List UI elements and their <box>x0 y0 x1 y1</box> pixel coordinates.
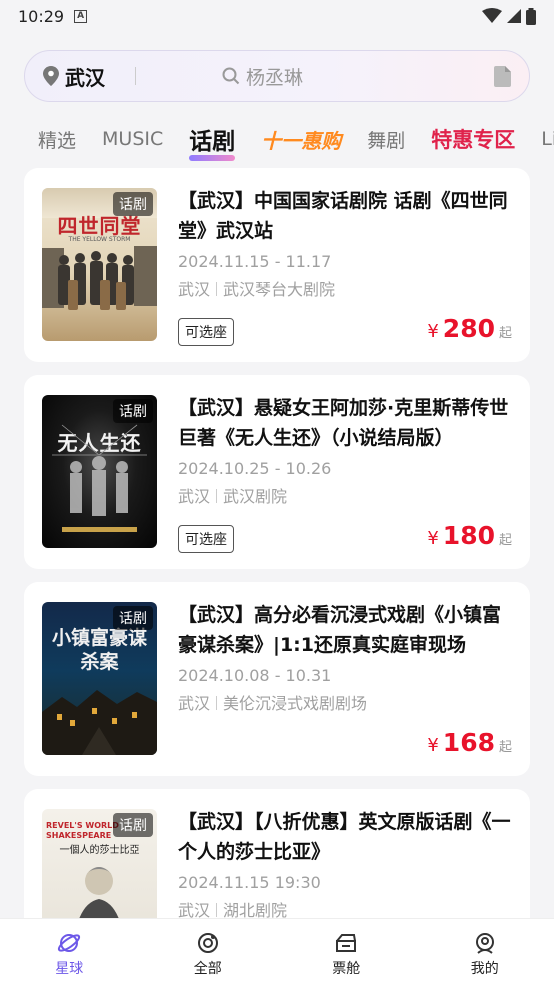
event-price: ¥ 180 起 <box>427 521 512 550</box>
nav-label: 我的 <box>470 961 499 977</box>
event-card[interactable]: 小镇富豪谋杀案 话剧 【武汉】高分必看沉浸式戏剧《小镇富豪谋杀案》|1:1还原真… <box>24 582 530 776</box>
event-poster: 四世同堂 THE YELLOW STORM 话剧 <box>42 188 157 341</box>
event-venue: 武汉 武汉琴台大剧院 <box>178 276 514 300</box>
event-info: 【武汉】悬疑女王阿加莎·克里斯蒂传世巨著《无人生还》（小说结局版） 2024.1… <box>178 393 514 507</box>
event-price: ¥ 280 起 <box>427 314 512 343</box>
venue-separator <box>216 282 218 296</box>
tab-national-day-deals[interactable]: 十一惠购 <box>261 125 341 154</box>
category-tag: 话剧 <box>113 813 153 837</box>
event-info: 【武汉】【八折优惠】英文原版话剧《一个人的莎士比亚》 2024.11.15 19… <box>178 807 514 921</box>
venue-separator <box>216 903 218 917</box>
category-tag: 话剧 <box>113 399 153 423</box>
price-currency: ¥ <box>427 321 439 342</box>
venue-separator <box>216 489 218 503</box>
tab-drama[interactable]: 话剧 <box>189 122 236 161</box>
event-date: 2024.10.25 - 10.26 <box>178 459 332 478</box>
city-label: 武汉 <box>65 65 105 90</box>
nav-label: 票舱 <box>332 961 361 977</box>
event-poster: 小镇富豪谋杀案 话剧 <box>42 602 157 755</box>
tab-music[interactable]: MUSIC <box>102 128 163 150</box>
tab-featured[interactable]: 精选 <box>38 126 76 153</box>
event-date: 2024.11.15 19:30 <box>178 873 321 892</box>
price-currency: ¥ <box>427 528 439 549</box>
event-info: 【武汉】高分必看沉浸式戏剧《小镇富豪谋杀案》|1:1还原真实庭审现场 2024.… <box>178 600 514 714</box>
event-venue-name: 武汉剧院 <box>223 487 288 506</box>
event-title: 【武汉】高分必看沉浸式戏剧《小镇富豪谋杀案》|1:1还原真实庭审现场 <box>178 604 502 656</box>
tab-live[interactable]: Li <box>541 128 554 150</box>
event-venue: 武汉 武汉剧院 <box>178 483 514 507</box>
price-from-suffix: 起 <box>498 533 512 548</box>
profile-icon <box>475 933 494 954</box>
event-venue: 武汉 美伦沉浸式戏剧剧场 <box>178 690 514 714</box>
category-tabs: 精选 MUSIC 话剧 十一惠购 舞剧 特惠专区 Li <box>0 116 554 162</box>
event-city: 武汉 <box>178 280 211 299</box>
nav-label: 星球 <box>55 961 84 977</box>
document-icon[interactable] <box>494 65 511 87</box>
price-from-suffix: 起 <box>498 740 512 755</box>
event-city: 武汉 <box>178 694 211 713</box>
system-icons <box>482 7 536 25</box>
event-venue-name: 美伦沉浸式戏剧剧场 <box>223 694 368 713</box>
status-time: 10:29 <box>18 6 65 26</box>
search-bar: 武汉 杨丞琳 <box>24 50 530 102</box>
search-icon <box>222 67 240 85</box>
event-info: 【武汉】中国国家话剧院 话剧《四世同堂》武汉站 2024.11.15 - 11.… <box>178 186 514 300</box>
nav-profile[interactable]: 我的 <box>416 919 554 984</box>
tab-drama-label: 话剧 <box>189 129 236 155</box>
price-value: 280 <box>442 314 495 343</box>
ticket-cabin-icon <box>336 934 357 952</box>
category-tag: 话剧 <box>113 192 153 216</box>
nav-all[interactable]: 全部 <box>139 919 278 984</box>
venue-separator <box>216 696 218 710</box>
planet-icon <box>58 934 81 952</box>
event-title: 【武汉】中国国家话剧院 话剧《四世同堂》武汉站 <box>178 190 508 242</box>
tab-dance-drama[interactable]: 舞剧 <box>367 126 405 153</box>
event-city: 武汉 <box>178 487 211 506</box>
city-selector[interactable]: 武汉 <box>43 62 105 91</box>
price-value: 168 <box>442 728 495 757</box>
price-currency: ¥ <box>427 735 439 756</box>
event-poster: 无人生还 话剧 <box>42 395 157 548</box>
status-bar: 10:29 A <box>0 0 554 32</box>
event-price: ¥ 168 起 <box>427 728 512 757</box>
event-title: 【武汉】悬疑女王阿加莎·克里斯蒂传世巨著《无人生还》（小说结局版） <box>178 397 509 449</box>
price-value: 180 <box>442 521 495 550</box>
event-card[interactable]: 四世同堂 THE YELLOW STORM 话剧 【武汉】中国国家话剧院 话剧《… <box>24 168 530 362</box>
seat-selectable-badge: 可选座 <box>178 525 234 553</box>
price-from-suffix: 起 <box>498 326 512 341</box>
event-list: 四世同堂 THE YELLOW STORM 话剧 【武汉】中国国家话剧院 话剧《… <box>24 168 530 984</box>
all-icon <box>197 933 218 953</box>
nav-planet[interactable]: 星球 <box>0 919 139 984</box>
nav-label: 全部 <box>193 961 222 977</box>
search-divider <box>135 67 136 85</box>
signal-icon <box>507 9 521 23</box>
event-venue-name: 武汉琴台大剧院 <box>223 280 336 299</box>
nav-ticket-cabin[interactable]: 票舱 <box>277 919 416 984</box>
search-query: 杨丞琳 <box>246 66 304 89</box>
event-card[interactable]: 无人生还 话剧 【武汉】悬疑女王阿加莎·克里斯蒂传世巨著《无人生还》（小说结局版… <box>24 375 530 569</box>
bottom-nav: 星球 全部 票舱 我的 <box>0 918 554 984</box>
event-title: 【武汉】【八折优惠】英文原版话剧《一个人的莎士比亚》 <box>178 811 511 863</box>
active-tab-underline <box>189 155 236 161</box>
event-date: 2024.10.08 - 10.31 <box>178 666 332 685</box>
event-date: 2024.11.15 - 11.17 <box>178 252 332 271</box>
seat-selectable-badge: 可选座 <box>178 318 234 346</box>
search-input[interactable]: 杨丞琳 <box>222 63 494 90</box>
category-tag: 话剧 <box>113 606 153 630</box>
tab-special-offers[interactable]: 特惠专区 <box>431 124 515 154</box>
battery-icon <box>526 7 536 25</box>
notification-badge-icon: A <box>74 9 88 23</box>
location-pin-icon <box>43 66 59 86</box>
wifi-icon <box>482 8 502 23</box>
